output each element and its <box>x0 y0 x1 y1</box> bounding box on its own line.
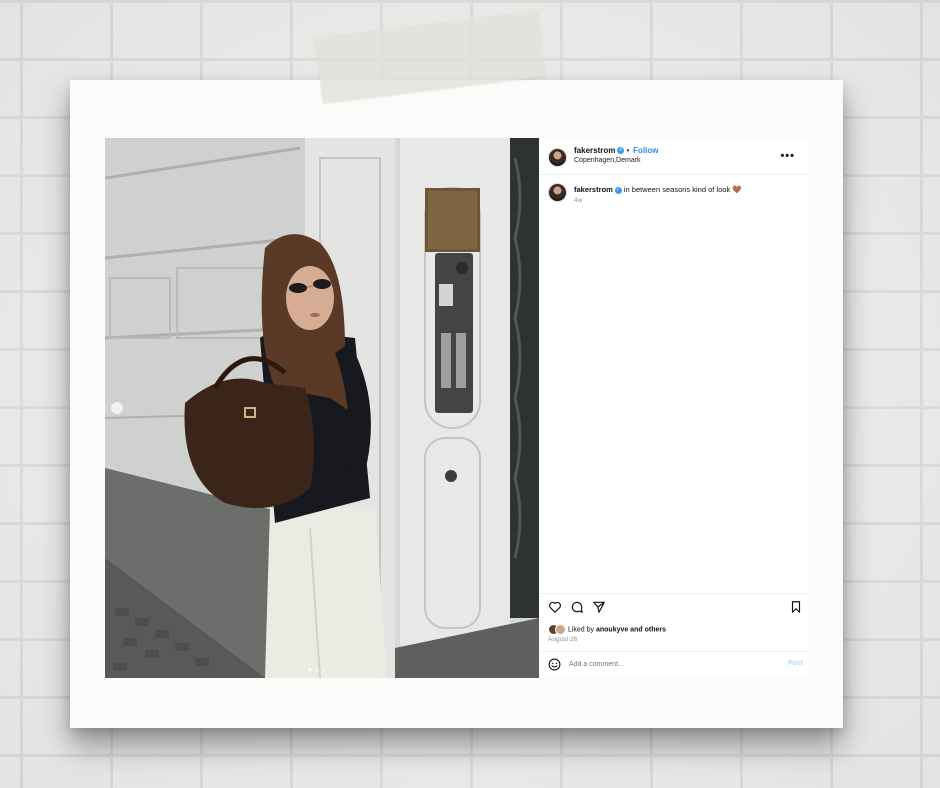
caption-line: fakerstrom ✓ in between seasons kind of l… <box>574 185 742 194</box>
add-comment-row: Post <box>548 658 803 672</box>
header-user-line: fakerstrom ✓ • Follow <box>574 146 659 155</box>
separator-dot: • <box>626 146 630 155</box>
caption-timestamp[interactable]: 4w <box>574 197 582 204</box>
comment-input[interactable] <box>569 659 759 670</box>
bookmark-icon[interactable] <box>789 600 803 614</box>
actions-divider <box>539 593 809 594</box>
comment-divider <box>539 651 809 652</box>
post-comment-button[interactable]: Post <box>788 660 803 667</box>
header-divider <box>539 174 809 175</box>
likes-summary: Liked by anoukyve and others <box>548 624 803 635</box>
caption-avatar[interactable] <box>548 183 567 202</box>
photo-illustration <box>105 138 539 678</box>
verified-badge-icon: ✓ <box>617 147 625 155</box>
caption-text: in between seasons kind of look <box>623 185 731 194</box>
smiley-icon[interactable] <box>548 658 561 671</box>
liker-avatar <box>555 624 566 635</box>
post-photo[interactable] <box>105 138 539 678</box>
liker-username-link[interactable]: anoukyve <box>596 626 628 633</box>
action-bar <box>548 600 803 616</box>
comment-icon[interactable] <box>570 600 584 614</box>
brown-heart-emoji: 🤎 <box>732 185 742 194</box>
follow-button[interactable]: Follow <box>633 146 658 155</box>
location-link[interactable]: Copenhagen,Demark <box>574 157 641 164</box>
likes-others-link[interactable]: others <box>645 626 666 633</box>
likes-conjunction: and <box>630 626 643 634</box>
share-icon[interactable] <box>592 600 606 614</box>
profile-avatar[interactable] <box>548 148 567 167</box>
post-header: fakerstrom ✓ • Follow Copenhagen,Demark ••• <box>548 146 803 174</box>
post-date[interactable]: August 26 <box>548 636 577 643</box>
ellipsis-icon[interactable]: ••• <box>780 151 795 162</box>
verified-badge-icon: ✓ <box>614 186 622 194</box>
heart-icon[interactable] <box>548 600 562 614</box>
caption-username[interactable]: fakerstrom <box>574 185 613 194</box>
username-link[interactable]: fakerstrom <box>574 146 615 155</box>
likes-prefix: Liked by <box>567 626 595 634</box>
post-side-panel: fakerstrom ✓ • Follow Copenhagen,Demark •••… <box>539 138 809 678</box>
